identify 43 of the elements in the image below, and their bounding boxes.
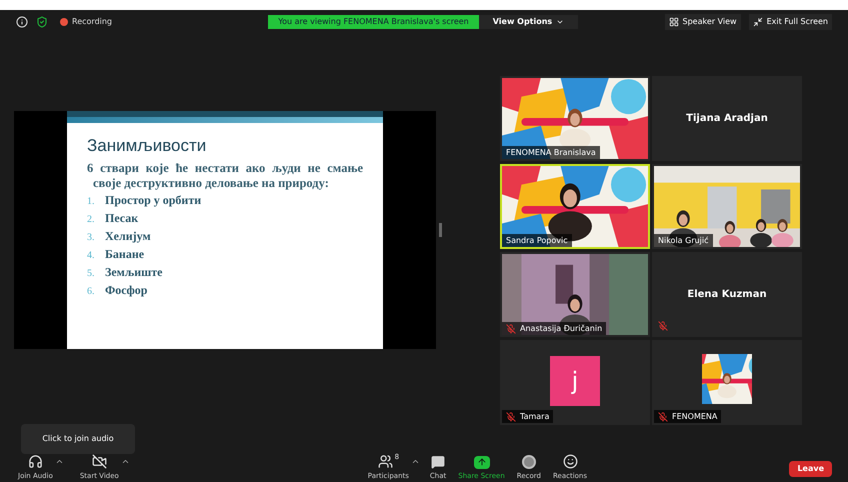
avatar: j (550, 356, 600, 406)
list-item: Песак (105, 210, 138, 226)
video-off-icon (92, 454, 107, 468)
smiley-icon (562, 454, 578, 468)
participant-name: Elena Kuzman (687, 288, 767, 302)
name-label: Sandra Popovic (502, 234, 572, 247)
list-number: 6. (87, 285, 96, 299)
share-screen-icon (474, 456, 490, 468)
record-icon (522, 454, 536, 468)
name-label: Tamara (502, 410, 554, 423)
view-options-button[interactable]: View Options (478, 15, 578, 29)
name-label: Nikola Grujić (654, 234, 713, 247)
recording-indicator: Recording (60, 16, 112, 28)
chat-icon (431, 454, 446, 468)
shrink-arrows-icon (752, 17, 763, 27)
headphones-icon (28, 454, 43, 468)
exit-full-screen-button[interactable]: Exit Full Screen (748, 14, 832, 30)
speaker-view-button[interactable]: Speaker View (664, 14, 741, 30)
participants-icon (378, 454, 393, 468)
name-label: Anastasija Đuričanin (502, 322, 606, 335)
list-item: Земљиште (105, 264, 162, 280)
list-number: 2. (87, 213, 96, 227)
info-icon[interactable] (16, 16, 28, 28)
list-number: 4. (87, 249, 96, 263)
name-label: FENOMENA (654, 410, 722, 423)
list-number: 1. (87, 195, 96, 209)
list-item: Хелијум (105, 228, 151, 244)
list-number: 3. (87, 231, 96, 245)
caret-icon (556, 18, 564, 26)
participant-name: Tijana Aradjan (686, 112, 768, 126)
splitter-handle[interactable] (439, 223, 442, 237)
name-label: FENOMENA Branislava (502, 146, 600, 159)
shield-icon[interactable] (36, 16, 48, 28)
tooltip: Click to join audio (21, 424, 135, 454)
slide-title: Занимљивости (87, 135, 208, 157)
list-item: Фосфор (105, 282, 148, 298)
grid-icon (668, 17, 678, 27)
list-item: Простор у орбити (105, 192, 202, 208)
slide-paragraph: 6 ствари које ће нестати ако људи не смање своје деструктивно деловање на природу: (87, 161, 363, 191)
viewing-banner: You are viewing FENOMENA Branislava's screen (268, 15, 479, 29)
list-number: 5. (87, 267, 96, 281)
leave-button[interactable]: Leave (789, 461, 832, 477)
list-item: Банане (105, 246, 144, 262)
